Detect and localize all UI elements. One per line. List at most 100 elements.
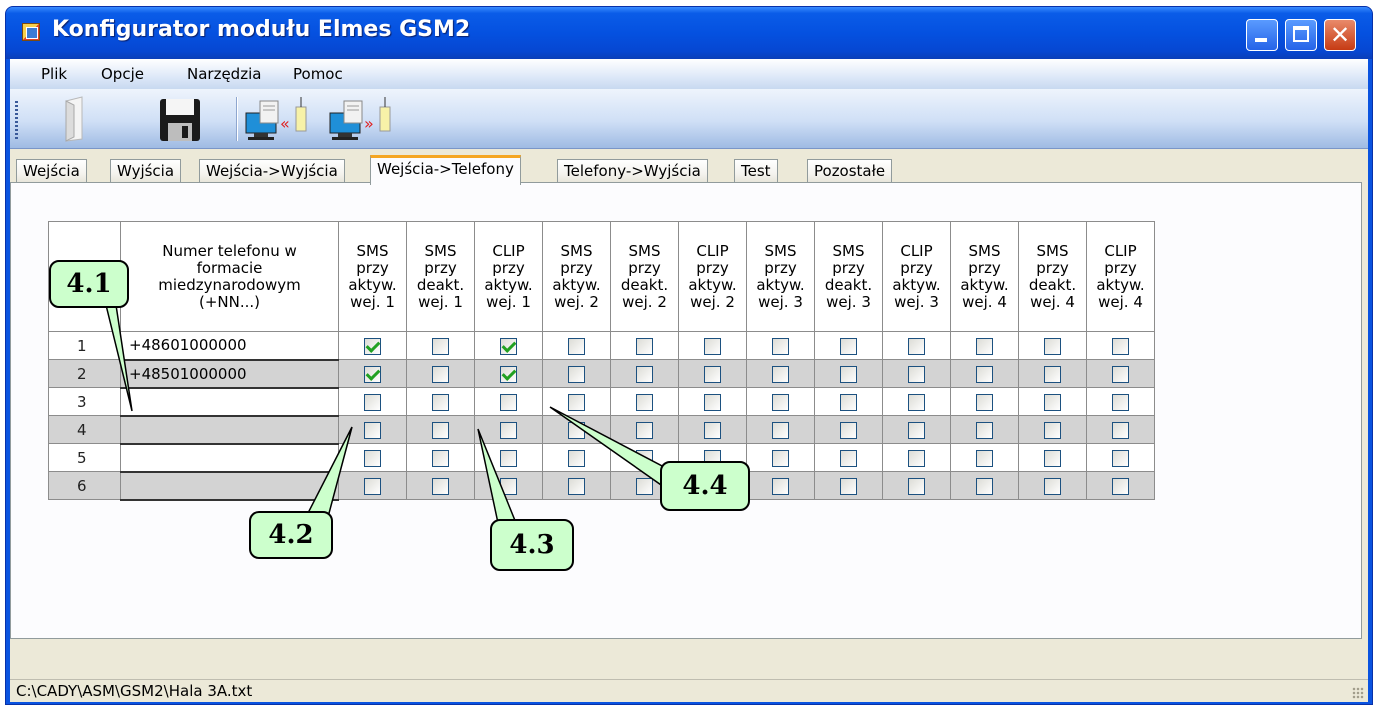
checkbox-col-6[interactable] xyxy=(704,365,721,383)
checkbox-col-2[interactable] xyxy=(432,393,449,411)
checkbox-col-1[interactable] xyxy=(364,393,381,411)
checkbox-col-8[interactable] xyxy=(840,477,857,495)
resize-grip-icon[interactable] xyxy=(1352,687,1364,699)
checkbox-col-3[interactable] xyxy=(500,393,517,411)
checkbox-col-10[interactable] xyxy=(976,421,993,439)
checkbox-col-7[interactable] xyxy=(772,393,789,411)
checkbox-col-5[interactable] xyxy=(636,365,653,383)
checkbox-col-9[interactable] xyxy=(908,337,925,355)
checkbox-col-2[interactable] xyxy=(432,421,449,439)
checkbox-col-1[interactable] xyxy=(364,365,381,383)
checkbox-col-7[interactable] xyxy=(772,477,789,495)
menu-plik[interactable]: Plik xyxy=(41,65,67,83)
checkbox-col-3[interactable] xyxy=(500,365,517,383)
checkbox-col-3[interactable] xyxy=(500,421,517,439)
tab-wejscia[interactable]: Wejścia xyxy=(16,159,87,183)
checkbox-col-9[interactable] xyxy=(908,449,925,467)
checkbox-col-10[interactable] xyxy=(976,393,993,411)
checkbox-col-7[interactable] xyxy=(772,449,789,467)
checkbox-col-12[interactable] xyxy=(1112,449,1129,467)
checkbox-col-8[interactable] xyxy=(840,449,857,467)
phone-number-cell[interactable] xyxy=(120,471,339,501)
tab-telefony-wyjscia[interactable]: Telefony->Wyjścia xyxy=(557,159,708,183)
checkbox-col-4[interactable] xyxy=(568,477,585,495)
checkbox-col-1[interactable] xyxy=(364,477,381,495)
menu-pomoc[interactable]: Pomoc xyxy=(293,65,343,83)
checkbox-col-3[interactable] xyxy=(500,477,517,495)
checkbox-col-5[interactable] xyxy=(636,449,653,467)
checkbox-col-2[interactable] xyxy=(432,365,449,383)
checkbox-col-6[interactable] xyxy=(704,337,721,355)
phone-number-cell[interactable]: +48601000000 xyxy=(120,331,339,361)
checkbox-col-10[interactable] xyxy=(976,337,993,355)
checkbox-col-10[interactable] xyxy=(976,477,993,495)
checkbox-col-4[interactable] xyxy=(568,449,585,467)
checkbox-col-12[interactable] xyxy=(1112,421,1129,439)
checkbox-col-1[interactable] xyxy=(364,449,381,467)
table-row[interactable]: 3 xyxy=(48,387,1155,417)
checkbox-col-9[interactable] xyxy=(908,421,925,439)
toolbar-grip[interactable] xyxy=(15,101,18,139)
checkbox-col-8[interactable] xyxy=(840,421,857,439)
checkbox-col-8[interactable] xyxy=(840,365,857,383)
open-button[interactable] xyxy=(44,93,100,145)
menu-narzedzia[interactable]: Narzędzia xyxy=(187,65,261,83)
table-row[interactable]: 5 xyxy=(48,443,1155,473)
title-bar[interactable]: Konfigurator modułu Elmes GSM2 ✕ xyxy=(6,7,1372,59)
checkbox-col-12[interactable] xyxy=(1112,337,1129,355)
checkbox-col-8[interactable] xyxy=(840,337,857,355)
checkbox-col-9[interactable] xyxy=(908,393,925,411)
checkbox-col-2[interactable] xyxy=(432,337,449,355)
checkbox-col-7[interactable] xyxy=(772,365,789,383)
checkbox-col-11[interactable] xyxy=(1044,337,1061,355)
checkbox-col-3[interactable] xyxy=(500,337,517,355)
table-row[interactable]: 2 +48501000000 xyxy=(48,359,1155,389)
write-to-device-button[interactable]: » xyxy=(326,93,400,145)
checkbox-col-5[interactable] xyxy=(636,393,653,411)
phone-number-cell[interactable]: +48501000000 xyxy=(120,359,339,389)
checkbox-col-11[interactable] xyxy=(1044,393,1061,411)
checkbox-col-4[interactable] xyxy=(568,365,585,383)
checkbox-col-6[interactable] xyxy=(704,393,721,411)
phone-number-cell[interactable] xyxy=(120,387,339,417)
checkbox-col-10[interactable] xyxy=(976,449,993,467)
checkbox-col-8[interactable] xyxy=(840,393,857,411)
checkbox-col-11[interactable] xyxy=(1044,477,1061,495)
checkbox-col-10[interactable] xyxy=(976,365,993,383)
checkbox-col-9[interactable] xyxy=(908,477,925,495)
table-row[interactable]: 1 +48601000000 xyxy=(48,331,1155,361)
checkbox-col-4[interactable] xyxy=(568,337,585,355)
tab-test[interactable]: Test xyxy=(734,159,778,183)
checkbox-col-5[interactable] xyxy=(636,421,653,439)
checkbox-col-11[interactable] xyxy=(1044,365,1061,383)
tab-wejscia-wyjscia[interactable]: Wejścia->Wyjścia xyxy=(199,159,345,183)
minimize-button[interactable] xyxy=(1246,19,1278,51)
read-from-device-button[interactable]: « xyxy=(242,93,316,145)
checkbox-col-4[interactable] xyxy=(568,421,585,439)
checkbox-col-11[interactable] xyxy=(1044,421,1061,439)
checkbox-col-6[interactable] xyxy=(704,421,721,439)
checkbox-col-7[interactable] xyxy=(772,337,789,355)
maximize-button[interactable] xyxy=(1285,19,1317,51)
tab-wyjscia[interactable]: Wyjścia xyxy=(110,159,182,183)
phone-number-cell[interactable] xyxy=(120,443,339,473)
checkbox-col-2[interactable] xyxy=(432,477,449,495)
checkbox-col-7[interactable] xyxy=(772,421,789,439)
close-button[interactable]: ✕ xyxy=(1324,19,1356,51)
checkbox-col-4[interactable] xyxy=(568,393,585,411)
checkbox-col-3[interactable] xyxy=(500,449,517,467)
checkbox-col-1[interactable] xyxy=(364,337,381,355)
checkbox-col-5[interactable] xyxy=(636,477,653,495)
tab-wejscia-telefony[interactable]: Wejścia->Telefony xyxy=(370,155,521,185)
tab-pozostale[interactable]: Pozostałe xyxy=(807,159,893,183)
checkbox-col-11[interactable] xyxy=(1044,449,1061,467)
checkbox-col-5[interactable] xyxy=(636,337,653,355)
phone-number-cell[interactable] xyxy=(120,415,339,445)
table-row[interactable]: 6 xyxy=(48,471,1155,501)
checkbox-col-1[interactable] xyxy=(364,421,381,439)
checkbox-col-12[interactable] xyxy=(1112,365,1129,383)
table-row[interactable]: 4 xyxy=(48,415,1155,445)
checkbox-col-12[interactable] xyxy=(1112,393,1129,411)
menu-opcje[interactable]: Opcje xyxy=(101,65,144,83)
checkbox-col-9[interactable] xyxy=(908,365,925,383)
